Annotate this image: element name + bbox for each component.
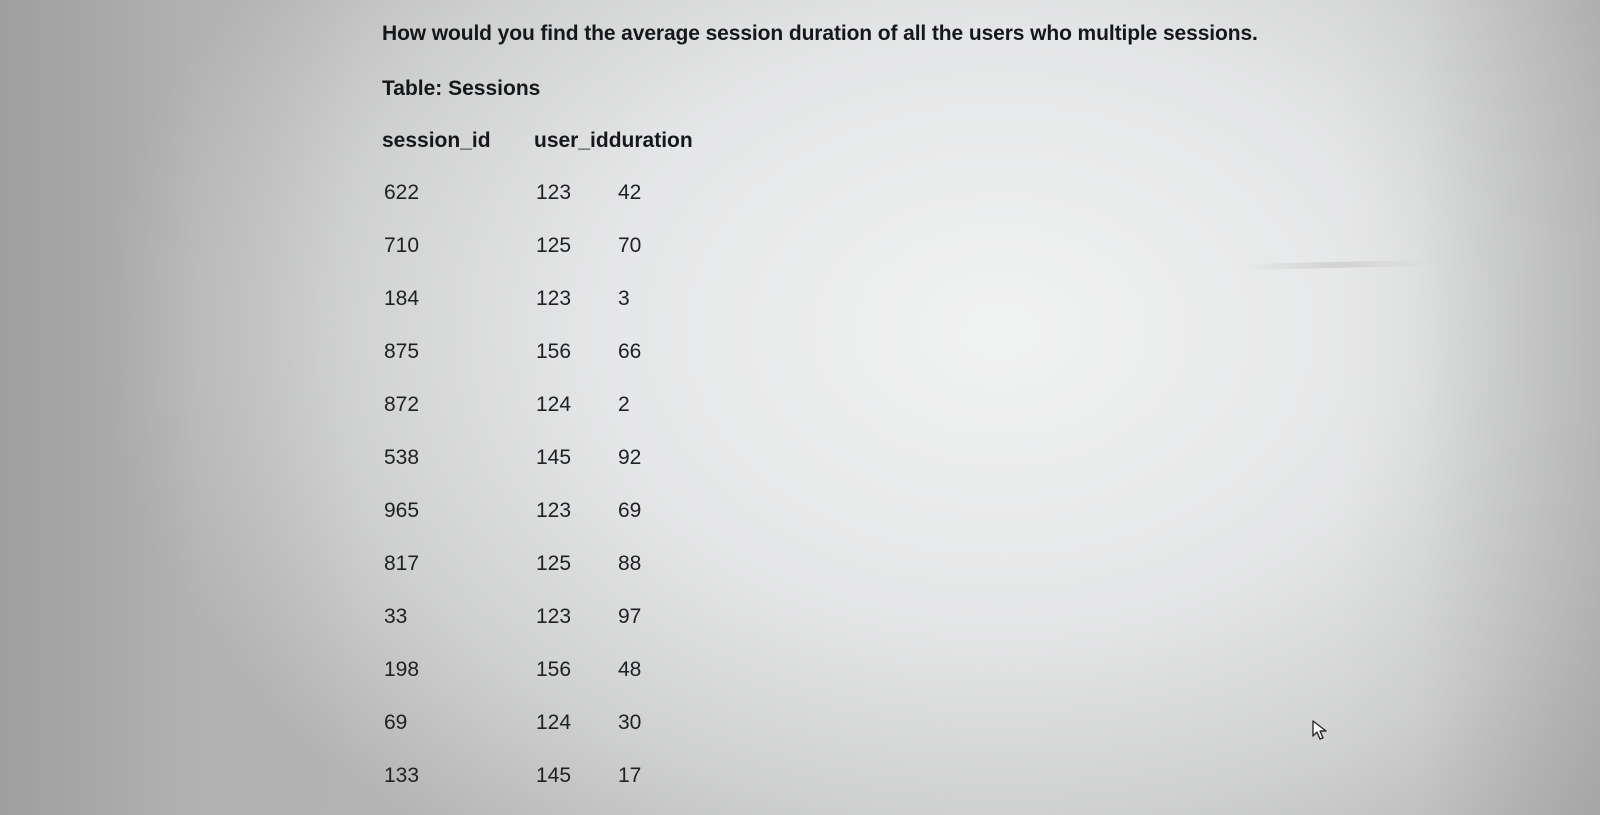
cell-user-id: 124 [536, 711, 572, 734]
cell-session-id: 875 [384, 340, 420, 363]
cell-duration: 66 [618, 340, 642, 363]
mouse-pointer-icon [1312, 720, 1327, 740]
table-title: Table: Sessions [382, 77, 541, 100]
cell-user-id: 125 [536, 552, 572, 575]
cell-session-id: 133 [384, 764, 420, 787]
header-session-id: session_id [382, 129, 491, 152]
table-row: 875 156 66 [382, 340, 682, 393]
cell-session-id: 622 [384, 181, 420, 204]
table-row: 817 125 88 [382, 552, 682, 605]
cell-user-id: 123 [536, 605, 572, 628]
cell-session-id: 69 [384, 711, 408, 734]
cell-session-id: 872 [384, 393, 420, 416]
cell-duration: 97 [618, 605, 642, 628]
cell-user-id: 145 [536, 764, 572, 787]
header-user-id-duration: user_idduration [534, 129, 693, 152]
cell-duration: 48 [618, 658, 642, 681]
table-row: 710 125 70 [382, 234, 682, 287]
cell-duration: 88 [618, 552, 642, 575]
table-row: 184 123 3 [382, 287, 682, 340]
table-row: 133 145 17 [382, 764, 682, 815]
cell-user-id: 145 [536, 446, 572, 469]
table-row: 69 124 30 [382, 711, 682, 764]
screen-glare [1239, 260, 1431, 270]
table-row: 622 123 42 [382, 181, 682, 234]
cell-duration: 2 [618, 393, 630, 416]
cell-duration: 42 [618, 181, 642, 204]
cell-user-id: 156 [536, 658, 572, 681]
cell-user-id: 124 [536, 393, 572, 416]
cell-duration: 17 [618, 764, 642, 787]
photo-vignette-left [0, 0, 360, 815]
cell-session-id: 184 [384, 287, 420, 310]
cell-duration: 70 [618, 234, 642, 257]
table-row: 538 145 92 [382, 446, 682, 499]
photo-vignette-right [1340, 0, 1600, 815]
table-row: 872 124 2 [382, 393, 682, 446]
cell-duration: 69 [618, 499, 642, 522]
cell-user-id: 123 [536, 287, 572, 310]
cell-user-id: 156 [536, 340, 572, 363]
cell-session-id: 817 [384, 552, 420, 575]
cell-session-id: 198 [384, 658, 420, 681]
cell-user-id: 123 [536, 181, 572, 204]
cell-duration: 92 [618, 446, 642, 469]
cell-session-id: 538 [384, 446, 420, 469]
cell-user-id: 123 [536, 499, 572, 522]
cell-session-id: 33 [384, 605, 408, 628]
sessions-table: 622 123 42 710 125 70 184 123 3 875 156 … [382, 181, 682, 815]
table-row: 965 123 69 [382, 499, 682, 552]
question-text: How would you find the average session d… [382, 22, 1258, 45]
cell-session-id: 710 [384, 234, 420, 257]
cell-duration: 3 [618, 287, 630, 310]
cell-duration: 30 [618, 711, 642, 734]
table-row: 198 156 48 [382, 658, 682, 711]
cell-user-id: 125 [536, 234, 572, 257]
table-row: 33 123 97 [382, 605, 682, 658]
cell-session-id: 965 [384, 499, 420, 522]
